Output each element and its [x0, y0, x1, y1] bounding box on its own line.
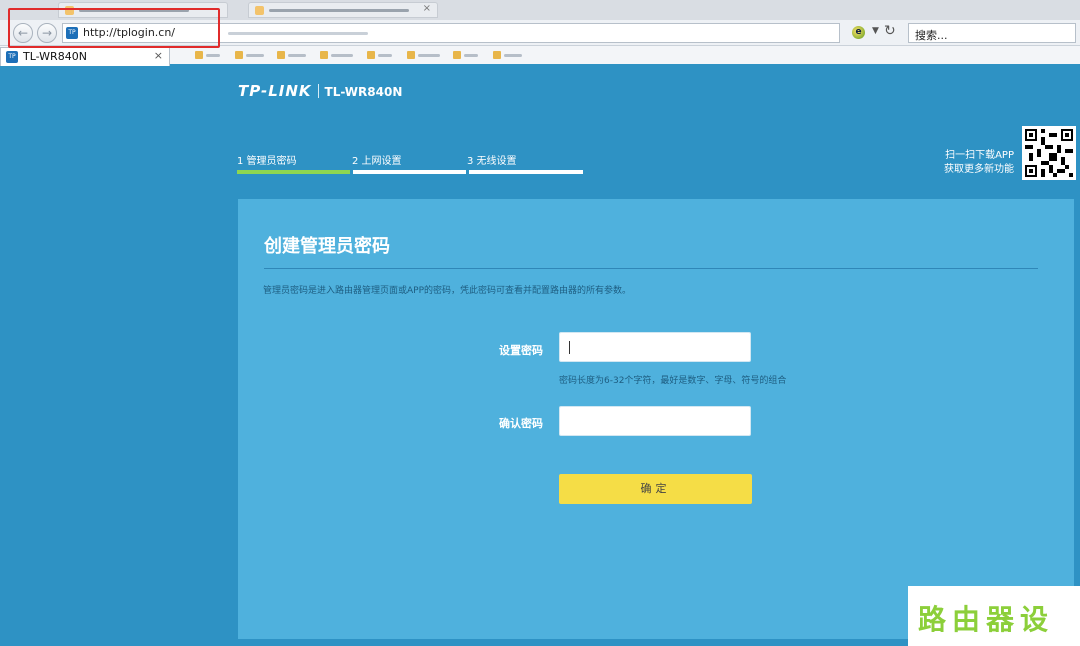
brand-header: TP-LINK TL-WR840N: [238, 81, 402, 100]
tab-close-icon[interactable]: ×: [154, 49, 163, 62]
confirm-password-input[interactable]: [559, 406, 751, 436]
title-divider: [264, 268, 1038, 269]
dropdown-arrow-icon[interactable]: ▼: [872, 26, 879, 36]
folder-icon: [453, 51, 461, 59]
app-promo-line1: 扫一扫下载APP: [945, 150, 1014, 161]
watermark: 路由器设置: [908, 586, 1080, 646]
folder-icon: [195, 51, 203, 59]
watermark-text: 路由器设置: [918, 603, 1055, 646]
confirm-password-label: 确认密码: [499, 417, 543, 430]
background-tab[interactable]: [58, 2, 228, 18]
forward-button[interactable]: →: [37, 23, 57, 43]
brand-divider: [317, 84, 319, 98]
step-progress-bar: [469, 170, 583, 174]
folder-icon: [235, 51, 243, 59]
step-admin-password[interactable]: 1 管理员密码: [237, 152, 297, 167]
address-autocomplete-blurred: [228, 32, 368, 35]
browser-toolbar: ← → TP http://tplogin.cn/ e ▼ ↻ 搜索...: [0, 20, 1080, 46]
app-download-promo: 扫一扫下载APP 获取更多新功能: [944, 149, 1014, 177]
tab-close-icon[interactable]: ×: [423, 3, 431, 14]
tab-favicon-icon: [255, 6, 264, 15]
folder-icon: [320, 51, 328, 59]
site-favicon-icon: TP: [6, 51, 18, 63]
tab-favicon-icon: [65, 6, 74, 15]
step-progress-bar-active: [237, 170, 350, 174]
search-box[interactable]: 搜索...: [908, 23, 1076, 43]
browser-tab-strip: ×: [0, 0, 1080, 20]
refresh-icon[interactable]: ↻: [884, 23, 896, 39]
tab-title-blurred: [79, 9, 189, 12]
admin-password-card: 创建管理员密码 管理员密码是进入路由器管理页面或APP的密码，凭此密码可查看并配…: [238, 199, 1074, 639]
step-wireless-settings[interactable]: 3 无线设置: [467, 152, 517, 167]
page-title: 创建管理员密码: [264, 236, 390, 257]
tp-link-logo: TP-LINK: [238, 82, 312, 100]
confirm-button[interactable]: 确定: [559, 474, 752, 504]
folder-icon: [493, 51, 501, 59]
address-bar[interactable]: TP http://tplogin.cn/: [62, 23, 840, 43]
step-progress-bar: [353, 170, 466, 174]
tab-title-blurred: [269, 9, 409, 12]
background-tab[interactable]: ×: [248, 2, 438, 18]
app-promo-line2: 获取更多新功能: [944, 164, 1014, 175]
text-cursor: [569, 341, 570, 354]
router-model: TL-WR840N: [324, 85, 403, 99]
folder-icon: [367, 51, 375, 59]
search-placeholder: 搜索...: [915, 29, 948, 42]
address-url[interactable]: http://tplogin.cn/: [83, 26, 175, 39]
folder-icon: [277, 51, 285, 59]
qr-code-icon: [1022, 126, 1076, 180]
back-button[interactable]: ←: [13, 23, 33, 43]
page-description: 管理员密码是进入路由器管理页面或APP的密码，凭此密码可查看并配置路由器的所有参…: [263, 286, 632, 296]
router-setup-page: TP-LINK TL-WR840N 1 管理员密码 2 上网设置 3 无线设置 扫…: [0, 66, 1080, 646]
active-tab[interactable]: TP TL-WR840N ×: [0, 47, 170, 66]
step-internet-settings[interactable]: 2 上网设置: [352, 152, 402, 167]
folder-icon: [407, 51, 415, 59]
password-label: 设置密码: [499, 344, 543, 357]
site-favicon-icon: TP: [66, 27, 78, 39]
address-tools: e ▼ ↻: [848, 23, 904, 43]
password-hint: 密码长度为6-32个字符，最好是数字、字母、符号的组合: [559, 376, 787, 386]
compatibility-view-icon[interactable]: e: [852, 26, 865, 39]
active-tab-title: TL-WR840N: [23, 50, 87, 63]
password-input[interactable]: [559, 332, 751, 362]
setup-steps: 1 管理员密码 2 上网设置 3 无线设置: [237, 152, 585, 176]
